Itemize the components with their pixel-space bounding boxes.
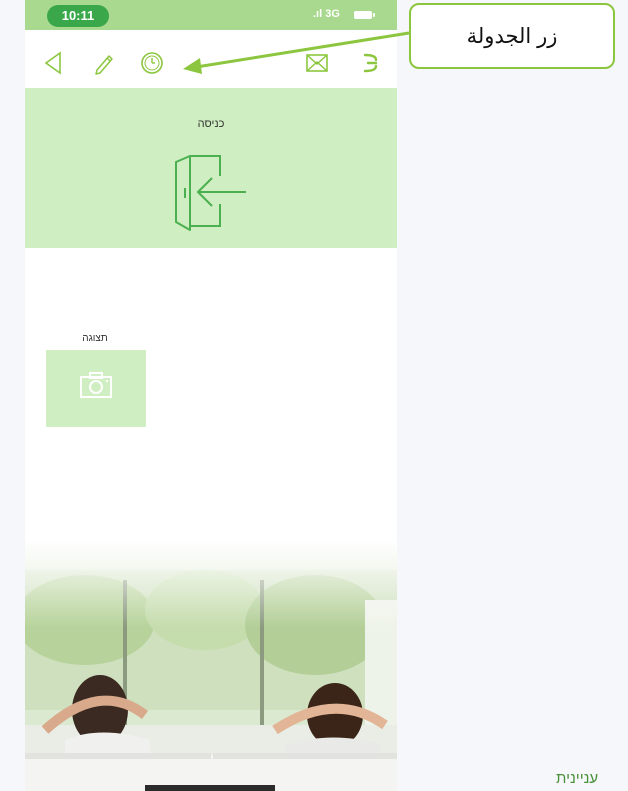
edit-pencil-icon[interactable]: [91, 50, 117, 76]
callout-box: زر الجدولة: [409, 3, 615, 69]
signal-indicator: .ıl 3G: [313, 8, 340, 20]
back-icon[interactable]: [41, 50, 67, 76]
menu-icon[interactable]: [358, 50, 384, 76]
network-label: 3G: [325, 8, 340, 20]
phone-screen: 10:11 .ıl 3G כניסה תצוגה: [25, 0, 397, 791]
status-time: 10:11: [47, 5, 109, 27]
entrance-tile[interactable]: כניסה: [25, 88, 397, 248]
toolbar: [25, 36, 397, 88]
status-bar: 10:11 .ıl 3G: [25, 0, 397, 30]
camera-icon: [80, 372, 112, 398]
battery-icon: [354, 11, 372, 19]
display-label: תצוגה: [82, 333, 108, 344]
door-enter-icon: [175, 155, 246, 231]
battery-tip: [373, 13, 375, 17]
callout-text: زر الجدولة: [466, 24, 558, 48]
signal-bars-icon: .ıl: [313, 8, 323, 20]
footer-text: עניינית: [556, 770, 599, 787]
mail-icon[interactable]: [304, 50, 330, 76]
display-tile[interactable]: [46, 350, 146, 427]
schedule-clock-icon[interactable]: [139, 50, 165, 76]
entrance-label: כניסה: [197, 118, 225, 130]
living-room-photo: [25, 540, 397, 791]
